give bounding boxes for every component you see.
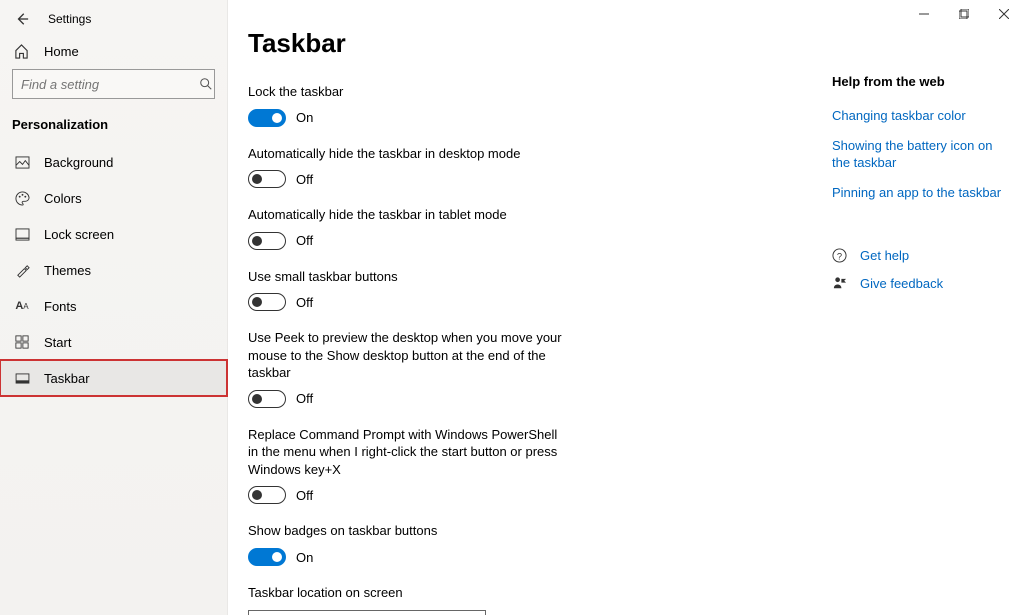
setting-badges: Show badges on taskbar buttons On [248,522,568,566]
search-input[interactable] [21,77,199,92]
sidebar-item-lock-screen[interactable]: Lock screen [0,216,227,252]
back-arrow-icon [15,12,29,26]
toggle-autohide-desktop[interactable] [248,170,286,188]
picture-icon [14,154,30,170]
sidebar-item-colors[interactable]: Colors [0,180,227,216]
maximize-button[interactable] [944,0,984,28]
fonts-icon: AA [14,298,30,314]
setting-lock-taskbar: Lock the taskbar On [248,83,568,127]
help-get-help-row: ? Get help [832,247,1004,265]
sidebar-item-fonts[interactable]: AA Fonts [0,288,227,324]
search-wrap [0,69,227,111]
setting-label: Automatically hide the taskbar in deskto… [248,145,568,163]
toggle-small-buttons[interactable] [248,293,286,311]
help-link-pin-app[interactable]: Pinning an app to the taskbar [832,184,1004,202]
sidebar-header: Settings [0,4,227,34]
setting-powershell: Replace Command Prompt with Windows Powe… [248,426,568,505]
sidebar-section-title: Personalization [0,111,227,144]
help-icon: ? [832,248,848,263]
window-controls [904,0,1024,28]
setting-label: Use Peek to preview the desktop when you… [248,329,568,382]
setting-taskbar-location: Taskbar location on screen Bottom ⌄ [248,584,568,615]
toggle-state: Off [296,233,313,248]
sidebar-item-label: Lock screen [44,227,114,242]
feedback-icon [832,276,848,291]
toggle-state: On [296,110,313,125]
toggle-peek[interactable] [248,390,286,408]
setting-autohide-tablet: Automatically hide the taskbar in tablet… [248,206,568,250]
app-title: Settings [48,12,91,26]
taskbar-icon [14,370,30,386]
minimize-button[interactable] [904,0,944,28]
sidebar-item-label: Background [44,155,113,170]
toggle-state: Off [296,488,313,503]
back-button[interactable] [14,11,30,27]
sidebar-item-label: Colors [44,191,82,206]
palette-icon [14,190,30,206]
search-icon [199,77,213,91]
dropdown-taskbar-location[interactable]: Bottom ⌄ [248,610,486,615]
setting-label: Replace Command Prompt with Windows Powe… [248,426,568,479]
lock-screen-icon [14,226,30,242]
help-link-battery-icon[interactable]: Showing the battery icon on the taskbar [832,137,1004,172]
toggle-state: On [296,550,313,565]
sidebar-item-themes[interactable]: Themes [0,252,227,288]
help-panel: Help from the web Changing taskbar color… [824,0,1024,615]
toggle-autohide-tablet[interactable] [248,232,286,250]
sidebar: Settings Home Personalization Background… [0,0,228,615]
toggle-lock-taskbar[interactable] [248,109,286,127]
toggle-powershell[interactable] [248,486,286,504]
toggle-badges[interactable] [248,548,286,566]
sidebar-item-start[interactable]: Start [0,324,227,360]
sidebar-item-background[interactable]: Background [0,144,227,180]
toggle-state: Off [296,295,313,310]
toggle-state: Off [296,391,313,406]
main-area: Taskbar Lock the taskbar On Automaticall… [228,0,1024,615]
sidebar-item-label: Taskbar [44,371,90,386]
page-title: Taskbar [248,28,804,59]
sidebar-item-label: Fonts [44,299,77,314]
start-icon [14,334,30,350]
sidebar-item-label: Start [44,335,71,350]
link-give-feedback[interactable]: Give feedback [860,275,943,293]
setting-label: Show badges on taskbar buttons [248,522,568,540]
search-input-container[interactable] [12,69,215,99]
setting-label: Automatically hide the taskbar in tablet… [248,206,568,224]
setting-small-buttons: Use small taskbar buttons Off [248,268,568,312]
setting-peek: Use Peek to preview the desktop when you… [248,329,568,408]
setting-label: Lock the taskbar [248,83,568,101]
setting-label: Use small taskbar buttons [248,268,568,286]
settings-content: Taskbar Lock the taskbar On Automaticall… [228,0,824,615]
link-get-help[interactable]: Get help [860,247,909,265]
themes-icon [14,262,30,278]
setting-autohide-desktop: Automatically hide the taskbar in deskto… [248,145,568,189]
help-link-taskbar-color[interactable]: Changing taskbar color [832,107,1004,125]
nav-home[interactable]: Home [0,34,227,69]
home-icon [14,44,30,59]
setting-label: Taskbar location on screen [248,584,568,602]
sidebar-item-taskbar[interactable]: Taskbar [0,360,227,396]
nav-home-label: Home [44,44,79,59]
help-heading: Help from the web [832,74,1004,89]
toggle-state: Off [296,172,313,187]
help-feedback-row: Give feedback [832,275,1004,293]
close-button[interactable] [984,0,1024,28]
svg-text:?: ? [837,252,842,262]
sidebar-item-label: Themes [44,263,91,278]
